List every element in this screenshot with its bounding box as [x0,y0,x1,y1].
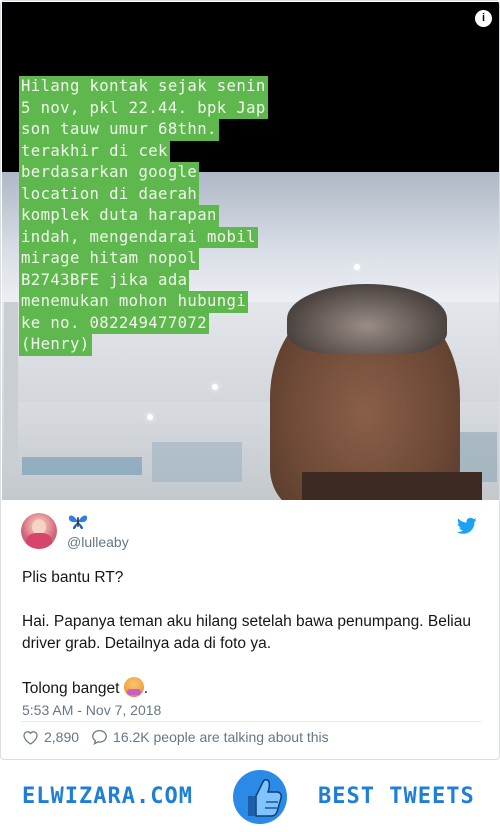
photo-shelf [152,442,242,482]
display-name[interactable] [67,513,89,533]
avatar[interactable] [21,513,57,549]
overlay-line: komplek duta harapan [19,205,219,227]
overlay-line: mirage hitam nopol [19,248,200,270]
overlay-line: Hilang kontak sejak senin [19,76,268,98]
twitter-bird-icon[interactable] [457,517,477,535]
photo-light [354,264,360,270]
overlay-line: location di daerah [19,183,200,205]
overlay-line: B2743BFE jika ada [19,269,190,291]
avatar-body [26,533,52,549]
photo-light [147,414,153,420]
tweet-text: Plis bantu RT? Hai. Papanya teman aku hi… [22,567,482,700]
tweet-paragraph-suffix: . [143,680,149,697]
tweet-paragraph-text: Tolong banget [22,680,124,697]
photo-shelf [22,457,142,475]
tweet-card: i Hilang kontak sejak senin 5 nov, pkl 2… [0,0,500,760]
overlay-line: berdasarkan google [19,162,200,184]
overlay-line: ke no. 082249477072 [19,312,209,334]
divider [21,721,481,722]
heart-icon[interactable] [22,730,39,745]
tweet-actions: 2,890 16.2K people are talking about thi… [22,728,329,746]
photo-pillar [4,302,18,462]
overlay-line: (Henry) [19,334,92,356]
info-icon[interactable]: i [475,10,492,27]
brand-name[interactable]: ELWIZARA.COM [22,784,193,809]
person-raising-hand-emoji-icon [123,677,144,697]
overlay-line: menemukan mohon hubungi [19,291,249,313]
photo-light [212,384,218,390]
best-tweets-label: BEST TWEETS [318,784,475,809]
timestamp[interactable]: 5:53 AM - Nov 7, 2018 [22,702,161,718]
overlay-line: terakhir di cek [19,140,170,162]
photo-person-shirt [302,472,482,500]
talking-about-count[interactable]: 16.2K people are talking about this [113,729,329,745]
photo-text-overlay: Hilang kontak sejak senin 5 nov, pkl 22.… [19,76,319,356]
tweet-paragraph-last: Tolong banget . [22,677,482,700]
thumbs-up-icon [233,770,287,824]
tweet-photo[interactable]: i Hilang kontak sejak senin 5 nov, pkl 2… [2,2,499,500]
overlay-line: son tauw umur 68thn. [19,119,219,141]
butterfly-emoji-icon [68,515,88,529]
tweet-paragraph: Hai. Papanya teman aku hilang setelah ba… [22,613,476,652]
user-handle[interactable]: @lulleaby [67,534,129,550]
overlay-line: indah, mengendarai mobil [19,226,258,248]
overlay-line: 5 nov, pkl 22.44. bpk Jap [19,97,268,119]
speech-bubble-icon[interactable] [91,729,108,745]
like-count[interactable]: 2,890 [44,729,79,745]
tweet-paragraph: Plis bantu RT? [22,569,124,586]
